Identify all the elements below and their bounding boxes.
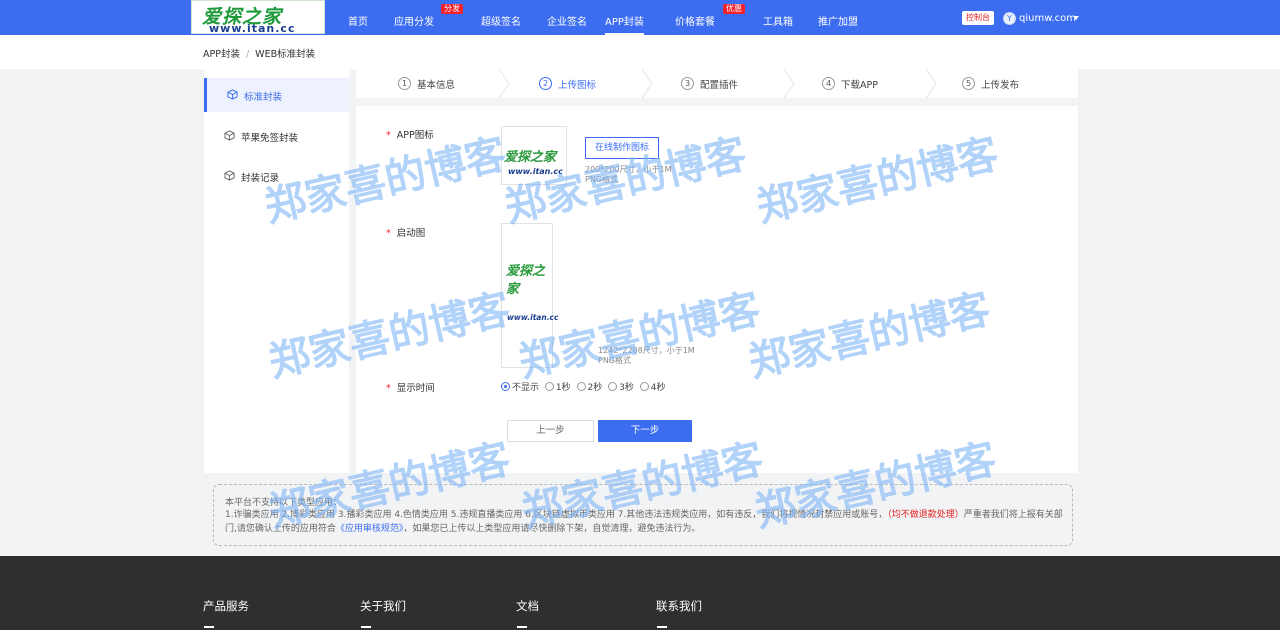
splash-hint: 1242*2208尺寸，小于1M PNG格式 <box>598 346 695 365</box>
nav-super-signature[interactable]: 超级签名 <box>481 13 521 28</box>
sidebar-item-standard[interactable]: 标准封装 <box>204 78 349 112</box>
chevron-right-icon <box>496 69 510 98</box>
radio-option-3s[interactable]: 3秒 <box>608 382 634 393</box>
chevron-right-icon <box>781 69 795 98</box>
step-number: 1 <box>398 77 411 90</box>
step-label: 配置插件 <box>700 80 739 91</box>
nav-app-distribution[interactable]: 应用分发 <box>394 13 434 28</box>
icon-hint: 200*200尺寸，小于1M PNG格式 <box>585 165 672 184</box>
radio-button-selected[interactable] <box>501 382 510 391</box>
splash-preview-logo: 爱探之家 <box>506 264 546 297</box>
display-time-radio-group: 不显示 1秒 2秒 3秒 4秒 <box>501 380 668 393</box>
footer-heading-about: 关于我们 <box>360 599 406 613</box>
chevron-right-icon <box>923 69 937 98</box>
avatar[interactable]: Y <box>1003 12 1016 25</box>
breadcrumb-current: WEB标准封装 <box>255 49 316 60</box>
sidebar: 标准封装 苹果免签封装 封装记录 <box>204 69 349 473</box>
step-configure-plugins: 3 配置插件 <box>644 69 784 98</box>
upload-form-panel: * APP图标 爱探之家 www.itan.cc 在线制作图标 200*200尺寸… <box>356 106 1078 473</box>
step-label: 上传图标 <box>558 80 597 91</box>
footer-divider <box>517 626 527 628</box>
footer-heading-contact: 联系我们 <box>656 599 702 613</box>
nav-pricing[interactable]: 价格套餐 <box>675 13 715 28</box>
distribution-badge: 分发 <box>441 4 463 14</box>
notice-title: 本平台不支持以下类型应用： <box>225 498 343 508</box>
splash-label: * 启动图 <box>386 228 426 239</box>
breadcrumb: APP封装 / WEB标准封装 <box>203 46 315 60</box>
radio-button[interactable] <box>576 382 586 391</box>
step-number: 2 <box>539 77 552 90</box>
step-number: 3 <box>681 77 694 90</box>
icon-preview-url: www.itan.cc <box>508 167 563 176</box>
step-download-app: 4 下载APP <box>786 69 926 98</box>
make-icon-online-button[interactable]: 在线制作图标 <box>585 137 659 159</box>
step-publish: 5 上传发布 <box>928 69 1078 98</box>
site-logo[interactable]: 爱探之家 www.itan.cc <box>191 0 325 35</box>
radio-option-1s[interactable]: 1秒 <box>544 382 571 393</box>
app-icon-label: * APP图标 <box>386 130 434 141</box>
console-button[interactable]: 控制台 <box>962 11 994 25</box>
nav-home[interactable]: 首页 <box>348 13 368 28</box>
nav-app-packaging[interactable]: APP封装 <box>605 13 644 35</box>
breadcrumb-separator: / <box>245 49 250 60</box>
pricing-badge: 优惠 <box>723 4 745 14</box>
nav-enterprise-signature[interactable]: 企业签名 <box>547 13 587 28</box>
nav-affiliate[interactable]: 推广加盟 <box>818 13 858 28</box>
footer-divider <box>657 626 667 628</box>
cube-icon <box>224 170 235 181</box>
step-number: 5 <box>962 77 975 90</box>
sidebar-item-apple-nosign[interactable]: 苹果免签封装 <box>204 119 349 153</box>
cube-icon <box>224 130 235 141</box>
splash-upload[interactable]: 爱探之家 www.itan.cc <box>501 223 558 368</box>
notice-body: 1.诈骗类应用 2.博彩类应用 3.播彩类应用 4.色情类应用 5.违规直播类应… <box>225 510 1063 534</box>
app-icon-upload[interactable]: 爱探之家 www.itan.cc <box>501 126 567 185</box>
sidebar-item-label: 封装记录 <box>241 173 280 184</box>
sidebar-item-records[interactable]: 封装记录 <box>204 159 349 193</box>
username[interactable]: qiumw.com <box>1019 13 1076 24</box>
policy-notice: 本平台不支持以下类型应用： 1.诈骗类应用 2.博彩类应用 3.播彩类应用 4.… <box>213 484 1073 546</box>
footer-divider <box>204 626 214 628</box>
chevron-down-icon[interactable] <box>1073 16 1079 20</box>
icon-preview-logo: 爱探之家 <box>504 150 557 165</box>
prev-step-button[interactable]: 上一步 <box>507 420 594 442</box>
footer: 产品服务 关于我们 文档 联系我们 <box>0 556 1280 630</box>
breadcrumb-root[interactable]: APP封装 <box>203 49 240 60</box>
logo-url: www.itan.cc <box>209 22 296 35</box>
sidebar-item-label: 标准封装 <box>244 92 283 103</box>
review-guidelines-link[interactable]: 《应用审核规范》 <box>336 524 404 534</box>
radio-option-none[interactable]: 不显示 <box>501 382 539 393</box>
chevron-right-icon <box>1073 69 1078 98</box>
step-basic-info: 1 基本信息 <box>356 69 499 98</box>
top-nav: 爱探之家 www.itan.cc 首页 应用分发 分发 超级签名 企业签名 AP… <box>0 0 1280 35</box>
nav-toolbox[interactable]: 工具箱 <box>763 13 793 28</box>
cube-icon <box>227 89 238 100</box>
step-number: 4 <box>822 77 835 90</box>
radio-button[interactable] <box>639 382 649 391</box>
steps-bar: 1 基本信息 2 上传图标 3 配置插件 4 下载APP 5 上传发布 <box>356 69 1078 98</box>
step-label: 下载APP <box>841 80 878 91</box>
radio-button[interactable] <box>608 382 618 391</box>
step-upload-icon: 2 上传图标 <box>501 69 642 98</box>
footer-heading-products: 产品服务 <box>203 599 249 613</box>
sidebar-item-label: 苹果免签封装 <box>241 133 299 144</box>
splash-preview-url: www.itan.cc <box>507 313 559 322</box>
next-step-button[interactable]: 下一步 <box>598 420 692 442</box>
display-time-label: * 显示时间 <box>386 383 435 394</box>
step-label: 上传发布 <box>981 80 1020 91</box>
breadcrumb-bar: APP封装 / WEB标准封装 <box>0 35 1280 69</box>
footer-heading-docs: 文档 <box>516 599 539 613</box>
footer-divider <box>361 626 371 628</box>
radio-option-4s[interactable]: 4秒 <box>639 382 665 393</box>
step-label: 基本信息 <box>417 80 456 91</box>
radio-option-2s[interactable]: 2秒 <box>576 382 602 393</box>
no-refund-text: （均不做退款处理） <box>887 510 964 520</box>
radio-button[interactable] <box>544 382 554 391</box>
chevron-right-icon <box>639 69 653 98</box>
